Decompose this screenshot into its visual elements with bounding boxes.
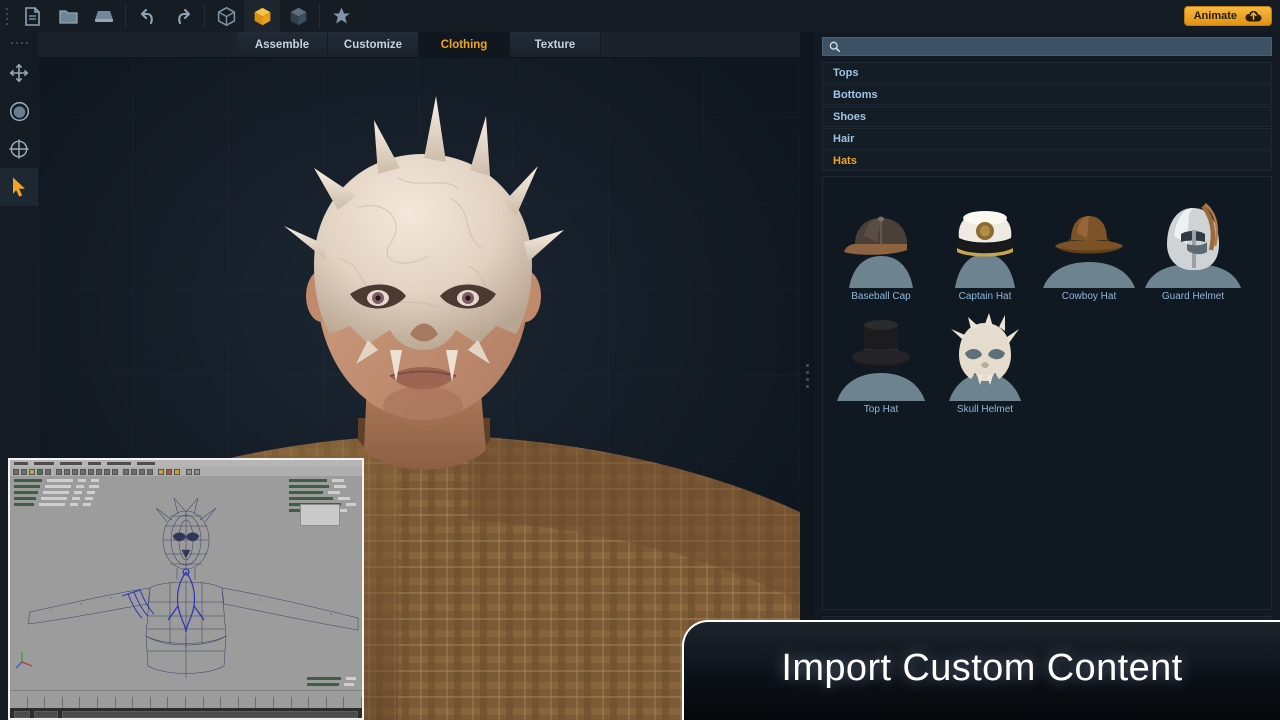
view-wireframe-button[interactable] — [208, 0, 244, 32]
item-skull-helmet[interactable]: Skull Helmet — [933, 302, 1037, 415]
modeler-timeline-ruler[interactable] — [10, 690, 362, 708]
range-field[interactable] — [34, 710, 58, 718]
crosshair-target-icon — [9, 139, 29, 159]
item-label: Guard Helmet — [1161, 291, 1225, 302]
toolbar-separator — [125, 4, 126, 28]
rotate-orbit-icon — [9, 101, 29, 121]
undo-icon — [140, 8, 153, 24]
modeler-tooltip-popup — [300, 504, 340, 526]
item-grid: Baseball Cap Captain Hat Cowboy Hat Guar… — [822, 176, 1272, 610]
search-bar[interactable] — [822, 37, 1272, 56]
tool-select[interactable] — [0, 168, 38, 206]
rail-drag-grip-icon[interactable] — [0, 32, 38, 54]
item-label: Skull Helmet — [956, 404, 1014, 415]
skull-helmet-thumb — [935, 313, 1035, 401]
open-folder-button[interactable] — [50, 0, 86, 32]
modeler-menu-bar[interactable] — [10, 460, 362, 467]
tab-assemble[interactable]: Assemble — [237, 32, 328, 57]
category-shoes[interactable]: Shoes — [822, 106, 1272, 127]
timeline-slider[interactable] — [62, 710, 358, 718]
new-document-button[interactable] — [14, 0, 50, 32]
captain-hat-thumb — [935, 200, 1035, 288]
item-cowboy-hat[interactable]: Cowboy Hat — [1037, 189, 1141, 302]
move-arrows-icon — [9, 63, 29, 83]
item-label: Captain Hat — [958, 291, 1012, 302]
item-baseball-cap[interactable]: Baseball Cap — [829, 189, 933, 302]
tab-assemble-label: Assemble — [254, 38, 310, 51]
redo-icon — [177, 8, 190, 24]
new-document-icon — [24, 6, 40, 26]
category-bottoms-label: Bottoms — [833, 88, 878, 101]
category-bottoms[interactable]: Bottoms — [822, 84, 1272, 105]
tool-move[interactable] — [0, 54, 38, 92]
guard-helmet-thumb — [1143, 200, 1243, 288]
tab-customize-label: Customize — [343, 38, 403, 51]
tabbar-left-pad — [38, 32, 237, 57]
category-hair-label: Hair — [833, 132, 855, 145]
category-hair[interactable]: Hair — [822, 128, 1272, 149]
category-hats[interactable]: Hats — [822, 150, 1272, 171]
import-custom-content-banner: Import Custom Content — [682, 620, 1280, 720]
item-label: Top Hat — [863, 404, 899, 415]
category-tops[interactable]: Tops — [822, 62, 1272, 83]
search-icon — [829, 41, 840, 52]
animate-button-label: Animate — [1193, 10, 1237, 22]
splitter-grip-icon — [805, 364, 809, 388]
top-hat-thumb — [831, 313, 931, 401]
save-icon — [95, 11, 113, 22]
animate-button[interactable]: Animate — [1183, 6, 1272, 26]
cube-solid-icon — [254, 7, 270, 25]
view-shaded-button[interactable] — [244, 0, 280, 32]
category-shoes-label: Shoes — [833, 110, 867, 123]
external-3d-modeler-window[interactable] — [8, 458, 364, 720]
baseball-cap-thumb — [831, 200, 931, 288]
tab-clothing[interactable]: Clothing — [419, 32, 510, 57]
toolbar-separator — [204, 4, 205, 28]
item-label: Cowboy Hat — [1061, 291, 1117, 302]
item-guard-helmet[interactable]: Guard Helmet — [1141, 189, 1245, 302]
undo-button[interactable] — [129, 0, 165, 32]
tool-pivot[interactable] — [0, 130, 38, 168]
redo-button[interactable] — [165, 0, 201, 32]
panel-splitter[interactable] — [800, 32, 814, 720]
tool-rotate[interactable] — [0, 92, 38, 130]
save-button[interactable] — [86, 0, 122, 32]
asset-browser-panel: Tops Bottoms Shoes Hair Hats Baseball Ca… — [814, 32, 1280, 720]
modeler-viewport[interactable] — [10, 476, 362, 690]
top-toolbar: Animate — [0, 0, 1280, 32]
tab-texture-label: Texture — [534, 38, 576, 51]
cursor-arrow-icon — [13, 177, 25, 197]
favorites-button[interactable] — [323, 0, 359, 32]
tab-customize[interactable]: Customize — [328, 32, 419, 57]
modeler-playback-bar[interactable] — [10, 708, 362, 718]
cloud-upload-icon — [1245, 11, 1262, 22]
search-input[interactable] — [845, 40, 1265, 53]
modeler-toolbar[interactable] — [10, 467, 362, 476]
category-hats-label: Hats — [833, 154, 857, 167]
toolbar-drag-grip-icon[interactable] — [0, 0, 14, 32]
cowboy-hat-thumb — [1039, 200, 1139, 288]
category-list: Tops Bottoms Shoes Hair Hats — [822, 62, 1272, 171]
toolbar-separator — [319, 4, 320, 28]
cube-dark-icon — [290, 7, 306, 25]
cube-wireframe-icon — [217, 6, 235, 26]
frame-field[interactable] — [14, 710, 30, 718]
tab-texture[interactable]: Texture — [510, 32, 601, 57]
app-root: Animate Assemble Customize Clothing Text… — [0, 0, 1280, 720]
open-folder-icon — [58, 9, 78, 24]
tab-clothing-label: Clothing — [440, 38, 488, 51]
banner-text: Import Custom Content — [781, 646, 1183, 689]
category-tops-label: Tops — [833, 66, 859, 79]
star-icon — [332, 7, 350, 24]
item-label: Baseball Cap — [851, 291, 911, 302]
item-top-hat[interactable]: Top Hat — [829, 302, 933, 415]
viewport-tab-bar: Assemble Customize Clothing Texture — [38, 32, 800, 58]
modeler-viewport-labels — [307, 677, 356, 686]
item-captain-hat[interactable]: Captain Hat — [933, 189, 1037, 302]
view-textured-button[interactable] — [280, 0, 316, 32]
